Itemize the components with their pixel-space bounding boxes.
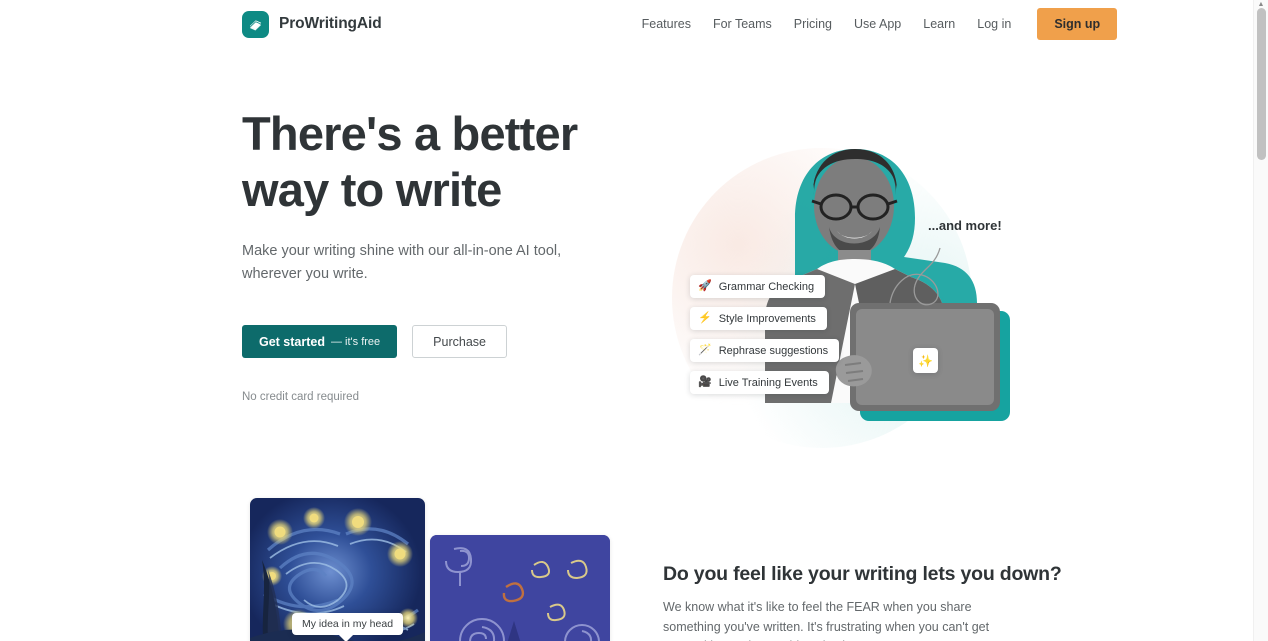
sparkle-icon: ✨ [913,348,938,373]
feature-chip-list: 🚀 Grammar Checking ⚡ Style Improvements … [690,275,840,394]
feature-chip-label: Grammar Checking [718,280,815,293]
brand-logo-link[interactable]: ProWritingAid [242,10,382,38]
scrollbar-up-arrow-icon[interactable]: ▲ [1254,0,1268,8]
lower-section-body: We know what it's like to feel the FEAR … [663,600,990,641]
writing-lets-you-down-section: My idea in my head Do you feel like your… [0,470,1253,641]
feature-chip-grammar-checking: 🚀 Grammar Checking [690,275,826,298]
get-started-sublabel: — it's free [331,335,381,348]
hero-actions: Get started — it's free Purchase [242,325,642,358]
get-started-button[interactable]: Get started — it's free [242,325,398,358]
lower-copy: Do you feel like your writing lets you d… [663,563,1063,641]
video-camera-icon: 🎥 [698,376,712,388]
feature-chip-label: Rephrase suggestions [718,344,829,357]
page-root: ProWritingAid Features For Teams Pricing… [0,0,1253,641]
brand-name: ProWritingAid [279,15,382,32]
get-started-label: Get started [259,334,325,349]
feature-chip-label: Live Training Events [718,376,818,389]
nav-item-log-in[interactable]: Log in [966,11,1022,37]
lightning-bolt-icon: ⚡ [698,312,712,324]
purchase-button[interactable]: Purchase [412,325,507,358]
hero-copy: There's a better way to write Make your … [242,98,642,403]
hero-title: There's a better way to write [242,107,578,216]
and-more-annotation: ...and more! [928,218,1002,233]
feature-chip-label: Style Improvements [718,312,816,325]
site-header: ProWritingAid Features For Teams Pricing… [0,0,1253,48]
sign-up-button[interactable]: Sign up [1037,8,1118,40]
rocket-icon: 🚀 [698,280,712,292]
nav-item-learn[interactable]: Learn [912,11,966,37]
nav-item-for-teams[interactable]: For Teams [702,11,783,37]
scrollbar-thumb[interactable] [1257,8,1266,160]
main-navigation: Features For Teams Pricing Use App Learn… [631,8,1118,40]
feature-chip-rephrase-suggestions: 🪄 Rephrase suggestions [690,339,840,362]
lower-section-title: Do you feel like your writing lets you d… [663,563,1062,585]
magic-wand-icon: 🪄 [698,344,712,356]
idea-in-my-head-tooltip: My idea in my head [292,613,404,635]
stacked-pages-logo-icon [242,10,269,38]
hero-illustration: ...and more! ✨ 🚀 Grammar Checking ⚡ Styl… [645,103,1035,448]
feature-chip-style-improvements: ⚡ Style Improvements [690,307,827,330]
nav-item-features[interactable]: Features [631,11,702,37]
page-scrollbar[interactable]: ▲ [1253,0,1268,641]
feature-chip-live-training-events: 🎥 Live Training Events [690,371,829,394]
nav-item-use-app[interactable]: Use App [843,11,912,37]
hero-section: There's a better way to write Make your … [0,48,1253,448]
hero-subtitle: Make your writing shine with our all-in-… [242,243,562,282]
no-credit-card-note: No credit card required [242,391,359,403]
crude-drawing-panel [430,535,610,641]
nav-item-pricing[interactable]: Pricing [783,11,843,37]
